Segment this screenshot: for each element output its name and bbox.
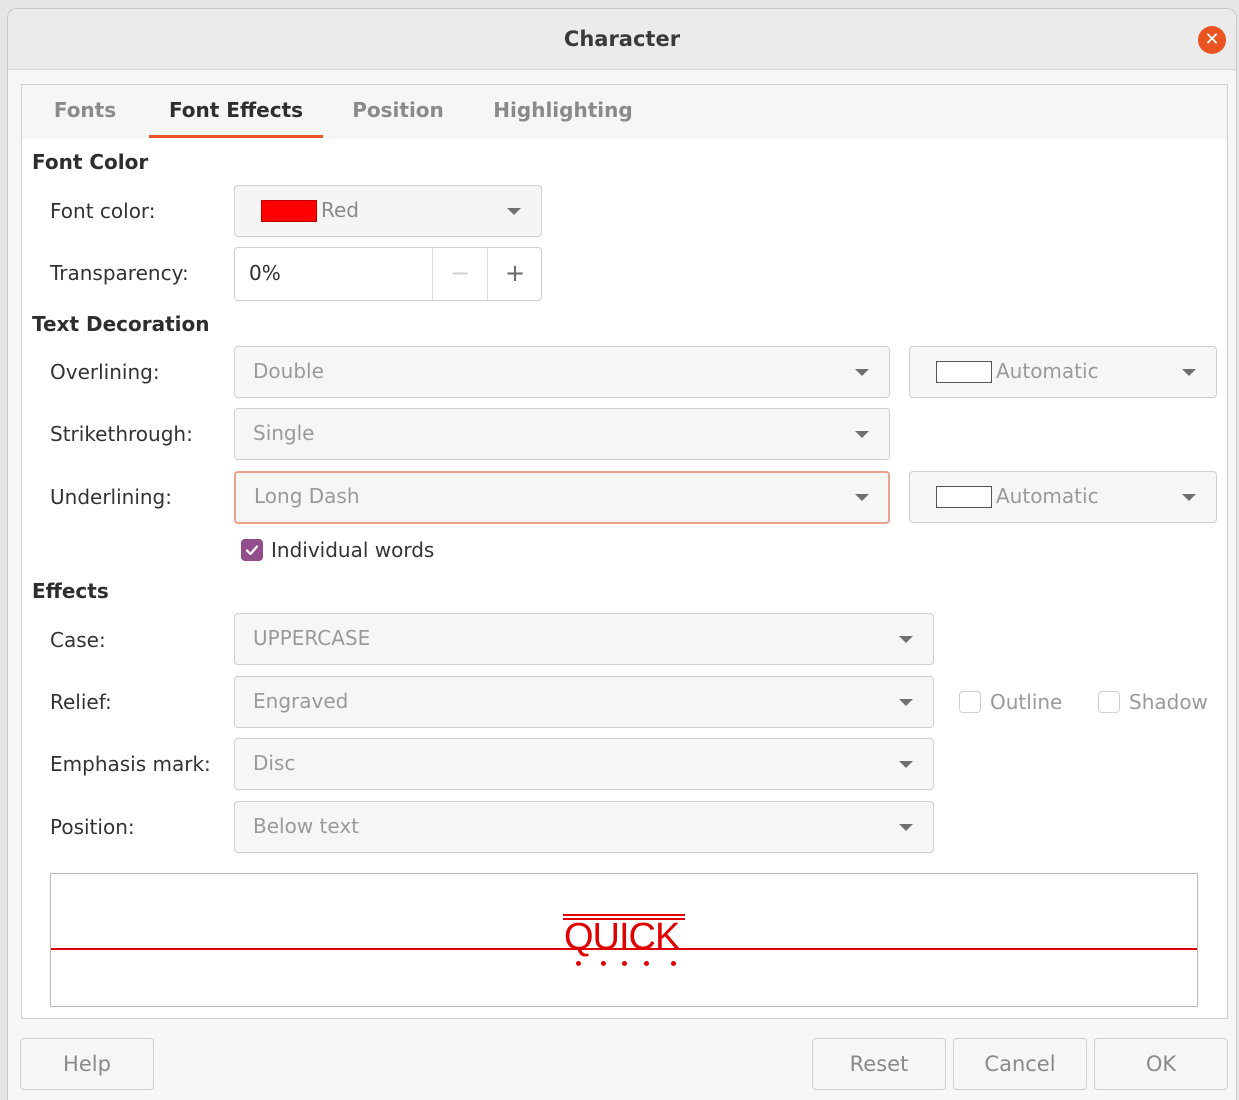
- transparency-spinbox[interactable]: 0% − +: [234, 247, 542, 301]
- strikethrough-label: Strikethrough:: [50, 422, 193, 446]
- relief-dropdown[interactable]: Engraved: [234, 676, 934, 728]
- text-decoration-heading: Text Decoration: [32, 312, 210, 336]
- individual-words-checkbox[interactable]: [241, 539, 263, 561]
- chevron-down-icon: [855, 431, 869, 438]
- chevron-down-icon: [855, 369, 869, 376]
- shadow-checkbox[interactable]: [1098, 691, 1120, 713]
- decrease-button[interactable]: −: [432, 248, 487, 300]
- emphasis-dot: [671, 961, 676, 966]
- emphasis-dot: [576, 961, 581, 966]
- chevron-down-icon: [1182, 494, 1196, 501]
- transparency-value: 0%: [249, 261, 281, 285]
- minus-icon: −: [449, 259, 471, 287]
- font-color-label: Font color:: [50, 199, 156, 223]
- color-swatch: [261, 200, 317, 222]
- emphasis-mark-dropdown[interactable]: Disc: [234, 738, 934, 790]
- preview-text: QUICK: [564, 916, 680, 958]
- tab-highlighting[interactable]: Highlighting: [482, 85, 644, 138]
- overlining-color-dropdown[interactable]: Automatic: [909, 346, 1217, 398]
- emphasis-dot: [622, 961, 627, 966]
- strikethrough-value: Single: [253, 421, 315, 445]
- emphasis-dot: [644, 961, 649, 966]
- color-swatch: [936, 486, 992, 508]
- strikethrough-dropdown[interactable]: Single: [234, 408, 890, 460]
- checkmark-icon: [245, 545, 259, 556]
- dialog-title: Character: [563, 27, 681, 51]
- chevron-down-icon: [899, 824, 913, 831]
- plus-icon: +: [504, 259, 526, 287]
- chevron-down-icon: [1182, 369, 1196, 376]
- color-swatch: [936, 361, 992, 383]
- help-button[interactable]: Help: [20, 1038, 154, 1090]
- emphasis-position-dropdown[interactable]: Below text: [234, 801, 934, 853]
- overlining-value: Double: [253, 359, 324, 383]
- relief-label: Relief:: [50, 690, 112, 714]
- font-color-heading: Font Color: [32, 150, 149, 174]
- ok-button[interactable]: OK: [1094, 1038, 1228, 1090]
- close-icon: ✕: [1204, 29, 1220, 50]
- tab-font-effects[interactable]: Font Effects: [149, 85, 323, 138]
- tab-fonts[interactable]: Fonts: [40, 85, 130, 138]
- cancel-button[interactable]: Cancel: [953, 1038, 1087, 1090]
- underlining-dropdown[interactable]: Long Dash: [234, 471, 890, 524]
- overlining-label: Overlining:: [50, 360, 160, 384]
- emphasis-mark-label: Emphasis mark:: [50, 752, 211, 776]
- font-color-value: Red: [321, 198, 359, 222]
- tab-position[interactable]: Position: [342, 85, 454, 138]
- close-button[interactable]: ✕: [1198, 26, 1226, 54]
- outline-label: Outline: [990, 690, 1063, 714]
- shadow-label: Shadow: [1129, 690, 1208, 714]
- chevron-down-icon: [855, 494, 869, 501]
- reset-button[interactable]: Reset: [812, 1038, 946, 1090]
- increase-button[interactable]: +: [487, 248, 542, 300]
- title-bar: Character ✕: [8, 9, 1236, 70]
- emphasis-mark-value: Disc: [253, 751, 296, 775]
- overlining-dropdown[interactable]: Double: [234, 346, 890, 398]
- underlining-color-dropdown[interactable]: Automatic: [909, 471, 1217, 523]
- case-dropdown[interactable]: UPPERCASE: [234, 613, 934, 665]
- underlining-label: Underlining:: [50, 485, 172, 509]
- underlining-color-value: Automatic: [996, 484, 1099, 508]
- outline-checkbox[interactable]: [959, 691, 981, 713]
- case-value: UPPERCASE: [253, 626, 371, 650]
- relief-value: Engraved: [253, 689, 349, 713]
- tab-bar: Fonts Font Effects Position Highlighting: [21, 84, 1228, 141]
- font-color-dropdown[interactable]: Red: [234, 185, 542, 237]
- overlining-color-value: Automatic: [996, 359, 1099, 383]
- chevron-down-icon: [899, 636, 913, 643]
- emphasis-position-value: Below text: [253, 814, 360, 838]
- emphasis-dot: [601, 961, 606, 966]
- underlining-value: Long Dash: [254, 484, 360, 508]
- individual-words-label: Individual words: [271, 538, 435, 562]
- preview-pane: QUICK: [50, 873, 1198, 1007]
- transparency-label: Transparency:: [50, 261, 189, 285]
- chevron-down-icon: [899, 699, 913, 706]
- case-label: Case:: [50, 628, 106, 652]
- chevron-down-icon: [899, 761, 913, 768]
- position-label: Position:: [50, 815, 135, 839]
- effects-heading: Effects: [32, 579, 109, 603]
- chevron-down-icon: [507, 208, 521, 215]
